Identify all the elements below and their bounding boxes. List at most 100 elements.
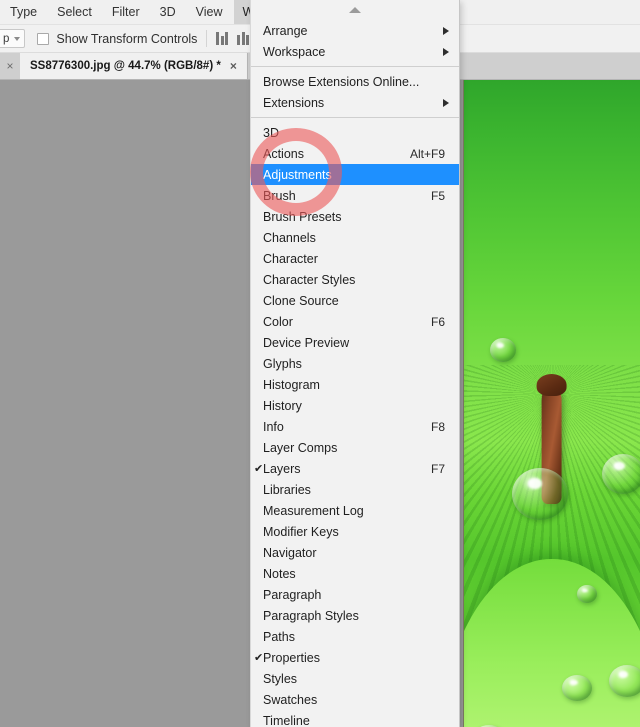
water-droplet [602, 454, 640, 494]
submenu-arrow-icon [443, 47, 449, 56]
menu-item-navigator[interactable]: Navigator [251, 542, 459, 563]
menu-item-label: Clone Source [263, 293, 339, 308]
menu-item-paths[interactable]: Paths [251, 626, 459, 647]
tool-mode-value: p [3, 32, 10, 45]
water-droplet [609, 665, 640, 697]
menu-item-label: Libraries [263, 482, 311, 497]
menu-item-label: Paragraph [263, 587, 322, 602]
menu-item-label: History [263, 398, 302, 413]
menu-item-label: Browse Extensions Online... [263, 74, 420, 89]
menu-item-color[interactable]: Color F6 [251, 311, 459, 332]
menubar-item-3d[interactable]: 3D [151, 0, 185, 24]
submenu-arrow-icon [443, 26, 449, 35]
tab-overflow-close-icon[interactable]: × [0, 53, 20, 79]
menu-item-label: Character Styles [263, 272, 356, 287]
menu-item-label: Paragraph Styles [263, 608, 359, 623]
menu-item-character[interactable]: Character [251, 248, 459, 269]
menu-item-label: Workspace [263, 44, 326, 59]
menu-item-timeline[interactable]: Timeline [251, 710, 459, 727]
menubar-item-filter[interactable]: Filter [103, 0, 149, 24]
water-droplet [562, 675, 592, 701]
menu-item-label: Notes [263, 566, 296, 581]
menu-item-paragraph[interactable]: Paragraph [251, 584, 459, 605]
menu-item-shortcut: F5 [430, 188, 445, 203]
menu-item-shortcut: F8 [430, 419, 445, 434]
menu-item-label: 3D [263, 125, 279, 140]
show-transform-controls-checkbox[interactable]: Show Transform Controls [37, 32, 197, 46]
menu-item-3d[interactable]: 3D [251, 122, 459, 143]
document-tab-1-label: SS8776300.jpg @ 44.7% (RGB/8#) * [30, 60, 221, 72]
checkmark-icon: ✔ [254, 652, 264, 664]
menu-item-clone-source[interactable]: Clone Source [251, 290, 459, 311]
menu-item-modifier-keys[interactable]: Modifier Keys [251, 521, 459, 542]
menubar-item-select[interactable]: Select [48, 0, 101, 24]
menu-item-label: Extensions [263, 95, 325, 110]
chevron-down-icon [14, 36, 21, 41]
menu-separator [251, 66, 459, 67]
menu-item-label: Properties [263, 650, 320, 665]
menu-item-measurement-log[interactable]: Measurement Log [251, 500, 459, 521]
menu-item-label: Styles [263, 671, 298, 686]
checkmark-icon: ✔ [254, 463, 264, 475]
align-vertical-top-icon[interactable] [216, 32, 229, 45]
close-icon[interactable]: × [230, 60, 237, 72]
menu-item-arrange[interactable]: Arrange [251, 20, 459, 41]
menu-scroll-up-button[interactable] [251, 0, 459, 20]
menubar-item-type[interactable]: Type [1, 0, 46, 24]
menu-item-label: Timeline [263, 713, 310, 727]
menu-item-shortcut: F6 [430, 314, 445, 329]
menu-item-info[interactable]: Info F8 [251, 416, 459, 437]
scroll-up-arrow-icon [349, 7, 361, 13]
menu-item-brush[interactable]: Brush F5 [251, 185, 459, 206]
menu-item-glyphs[interactable]: Glyphs [251, 353, 459, 374]
menu-item-properties[interactable]: ✔ Properties [251, 647, 459, 668]
menu-item-label: Navigator [263, 545, 317, 560]
menu-item-label: Character [263, 251, 318, 266]
water-droplet [490, 338, 516, 362]
menu-item-label: Modifier Keys [263, 524, 339, 539]
menu-item-label: Device Preview [263, 335, 350, 350]
menubar-item-view[interactable]: View [187, 0, 232, 24]
document-tab-1[interactable]: SS8776300.jpg @ 44.7% (RGB/8#) * × [20, 53, 248, 79]
menu-item-device-preview[interactable]: Device Preview [251, 332, 459, 353]
menu-item-layer-comps[interactable]: Layer Comps [251, 437, 459, 458]
menu-item-label: Channels [263, 230, 316, 245]
menu-item-label: Layer Comps [263, 440, 338, 455]
menu-item-browse-extensions-online[interactable]: Browse Extensions Online... [251, 71, 459, 92]
menu-item-channels[interactable]: Channels [251, 227, 459, 248]
photoshop-window: TypeSelectFilter3DViewWindow p Show Tran… [0, 0, 640, 727]
submenu-arrow-icon [443, 98, 449, 107]
menu-item-label: Actions [263, 146, 304, 161]
menu-item-label: Arrange [263, 23, 308, 38]
menu-item-brush-presets[interactable]: Brush Presets [251, 206, 459, 227]
align-vertical-center-icon[interactable] [237, 32, 250, 45]
menu-separator [251, 117, 459, 118]
water-droplet [512, 468, 568, 520]
checkbox-icon [37, 32, 50, 45]
divider [206, 30, 208, 47]
apple-photo-image [463, 80, 640, 727]
menu-item-workspace[interactable]: Workspace [251, 41, 459, 62]
menu-item-styles[interactable]: Styles [251, 668, 459, 689]
window-dropdown-menu[interactable]: Arrange Workspace Browse Extensions Online… [250, 0, 460, 727]
menu-item-history[interactable]: History [251, 395, 459, 416]
menu-item-histogram[interactable]: Histogram [251, 374, 459, 395]
menu-item-label: Glyphs [263, 356, 302, 371]
menu-item-paragraph-styles[interactable]: Paragraph Styles [251, 605, 459, 626]
menu-item-libraries[interactable]: Libraries [251, 479, 459, 500]
tool-mode-select[interactable]: p [0, 29, 26, 48]
menu-item-layers[interactable]: ✔ Layers F7 [251, 458, 459, 479]
menu-item-label: Brush [263, 188, 296, 203]
menu-item-adjustments[interactable]: Adjustments [251, 164, 459, 185]
menu-item-notes[interactable]: Notes [251, 563, 459, 584]
menu-item-extensions[interactable]: Extensions [251, 92, 459, 113]
water-droplet [577, 585, 597, 603]
menu-item-label: Color [263, 314, 293, 329]
menu-item-label: Measurement Log [263, 503, 364, 518]
menu-item-character-styles[interactable]: Character Styles [251, 269, 459, 290]
menu-item-swatches[interactable]: Swatches [251, 689, 459, 710]
menu-item-label: Paths [263, 629, 295, 644]
menu-item-actions[interactable]: Actions Alt+F9 [251, 143, 459, 164]
menu-item-label: Adjustments [263, 167, 332, 182]
menu-item-label: Histogram [263, 377, 320, 392]
